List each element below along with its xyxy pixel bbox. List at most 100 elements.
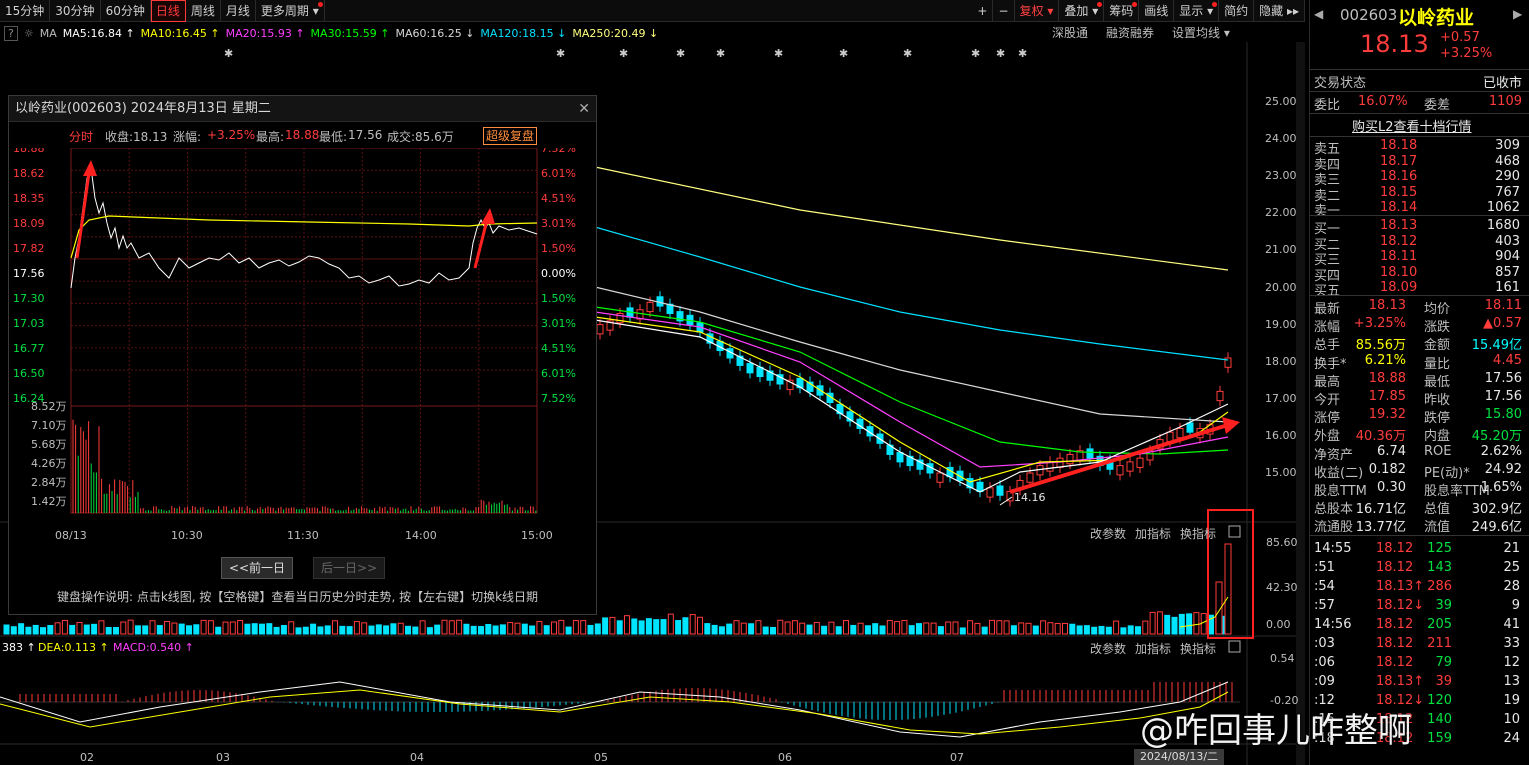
candle-body (936, 472, 944, 483)
toolbar-item-8[interactable]: 隐藏 ▸▸ (1254, 0, 1305, 22)
tick-count: 13 (1503, 674, 1520, 689)
next-stock-icon[interactable]: ▶ (1513, 7, 1522, 21)
stat-value: 45.20万 (1471, 429, 1522, 445)
l2-quote-button[interactable]: 购买L2查看十档行情 (1310, 116, 1524, 135)
tick-vol: 205 (1427, 617, 1452, 632)
toolbar-item-0[interactable]: + (972, 0, 994, 22)
popup-left-tick: 18.62 (13, 167, 45, 180)
stat-label: 今开 (1314, 393, 1341, 408)
super-replay-button[interactable]: 超级复盘 (483, 127, 538, 145)
volume-bar (280, 625, 287, 635)
volume-bar (1149, 611, 1156, 635)
popup-right-tick: 7.52% (541, 392, 576, 405)
macd-btn-1[interactable]: 加指标 (1135, 640, 1171, 657)
volume-bar (463, 623, 470, 635)
toolbar-item-7[interactable]: 简约 (1219, 0, 1255, 22)
price-tick: 16.00 (1265, 428, 1297, 442)
period-tab-2[interactable]: 60分钟 (101, 0, 151, 22)
intraday-chart[interactable]: 18.88 18.62 18.35 18.09 17.82 17.56 17.30 17.03… (9, 148, 598, 578)
popup-left-tick: 17.30 (13, 292, 45, 305)
volume-bar (572, 620, 579, 635)
period-tab-5[interactable]: 月线 (221, 0, 256, 22)
next-day-button[interactable]: 后一日>> (313, 557, 385, 579)
toolbar-item-4[interactable]: 筹码 (1104, 0, 1140, 22)
close-price: 收盘:18.13 (105, 130, 168, 144)
macd-btn-2[interactable]: 换指标 (1180, 640, 1216, 657)
popup-frame (70, 148, 538, 514)
stat-row-11: 总股本 16.71亿 总值 302.9亿 (1310, 498, 1524, 517)
close-icon[interactable]: ✕ (578, 96, 590, 122)
volume-bar (784, 621, 791, 635)
volume-bar (894, 621, 901, 635)
macd-tick: 0.54 (1270, 652, 1295, 665)
prev-stock-icon[interactable]: ◀ (1314, 7, 1323, 21)
candle (1046, 456, 1054, 477)
period-tab-3[interactable]: 日线 (150, 0, 186, 22)
vol-btn-0[interactable]: 改参数 (1090, 525, 1126, 542)
bid-price: 18.09 (1380, 280, 1418, 295)
tick-time: 14:56 (1314, 617, 1352, 632)
popup-time-tick: 10:30 (171, 529, 203, 542)
volume-bar (945, 621, 952, 635)
ma-extra-1: 融资融券 (1106, 26, 1155, 40)
ask-price: 18.15 (1380, 184, 1418, 200)
toolbar-item-2[interactable]: 复权 ▾ (1015, 0, 1060, 22)
vol-close-icon (1228, 525, 1241, 538)
volume-bar (879, 625, 886, 635)
volume-bar (1091, 626, 1098, 635)
volume-bar (273, 626, 280, 635)
tab-intraday[interactable]: 分时 (69, 128, 93, 145)
popup-vol-tick: 8.52万 (31, 400, 67, 413)
ma120-line (594, 226, 1229, 361)
tick-count: 10 (1503, 712, 1520, 727)
toolbar-item-3[interactable]: 叠加 ▾ (1059, 0, 1105, 22)
price-pct: +3.25% (1440, 46, 1493, 61)
change-label: 涨幅: (173, 130, 202, 144)
candle (886, 439, 894, 461)
volume-bar (616, 620, 623, 635)
prev-day-button[interactable]: <<前一日 (221, 557, 293, 579)
volume-bar (478, 626, 484, 635)
stat-value: 17.56 (1484, 370, 1522, 386)
stat-value: 18.88 (1368, 370, 1406, 386)
macd-close-icon (1228, 640, 1241, 653)
volume-bar (397, 622, 404, 635)
volume-bar (310, 623, 317, 635)
popup-right-tick: 3.01% (541, 217, 576, 230)
stat-label: 净资产 (1314, 447, 1354, 463)
macd-btn-0[interactable]: 改参数 (1090, 640, 1126, 657)
popup-right-tick: 6.01% (541, 167, 576, 180)
volume-bar (237, 620, 244, 635)
stat-value: 13.77亿 (1355, 520, 1406, 536)
month-tick: 05 (594, 751, 608, 764)
volume-bar (638, 620, 645, 635)
vol-btn-1[interactable]: 加指标 (1135, 525, 1171, 542)
volume-bar (40, 627, 46, 635)
period-tab-1[interactable]: 30分钟 (50, 0, 101, 22)
stat-label: 均价 (1424, 302, 1451, 317)
period-tab-4[interactable]: 周线 (186, 0, 221, 22)
period-tab-0[interactable]: 15分钟 (0, 0, 51, 22)
last-price: 18.13 (1360, 30, 1429, 58)
volume-bar (653, 619, 660, 635)
toolbar-item-6[interactable]: 显示 ▾ (1174, 0, 1220, 22)
period-tab-6[interactable]: 更多周期 ▾ (256, 0, 325, 22)
tick-price: 18.12 (1376, 655, 1414, 670)
toolbar-item-5[interactable]: 画线 (1139, 0, 1175, 22)
stat-value: 19.32 (1368, 407, 1406, 423)
trade-status: 交易状态 已收市 (1314, 76, 1522, 91)
tick-count: 9 (1511, 598, 1520, 613)
volume-bar (711, 624, 718, 635)
volume-bar (1178, 613, 1185, 635)
toolbar-item-1[interactable]: − (993, 0, 1015, 22)
vol-tick: 42.30 (1266, 581, 1298, 594)
popup-time-tick: 08/13 (55, 529, 87, 542)
volume-bar (1127, 625, 1134, 635)
tick-time: :51 (1314, 560, 1335, 575)
weibi-row: 委比 16.07% 委差 1109 (1314, 94, 1522, 113)
volume-bar (61, 619, 68, 635)
popup-info: 分时 收盘:18.13 涨幅: +3.25% 最高: 18.88 最低: 17.… (9, 127, 598, 146)
stat-value: 15.80 (1484, 407, 1522, 423)
vol-btn-2[interactable]: 换指标 (1180, 525, 1216, 542)
volume-bar (799, 622, 806, 635)
